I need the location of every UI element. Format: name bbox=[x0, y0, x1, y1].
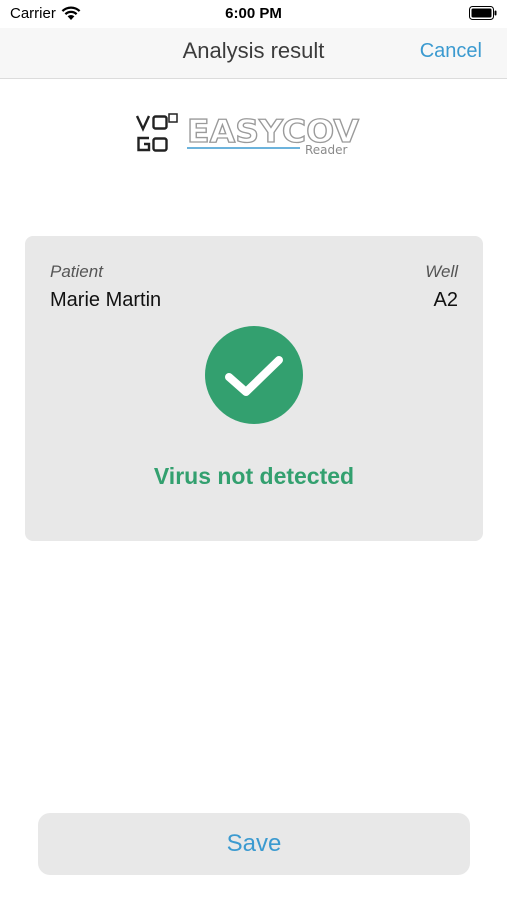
status-bar: Carrier 6:00 PM bbox=[0, 0, 507, 28]
checkmark-icon bbox=[225, 356, 283, 396]
save-button[interactable]: Save bbox=[38, 813, 470, 875]
patient-name: Marie Martin bbox=[50, 289, 162, 311]
cancel-button[interactable]: Cancel bbox=[420, 40, 482, 63]
patient-caption: Patient bbox=[50, 262, 103, 281]
navigation-bar: Analysis result Cancel bbox=[0, 28, 507, 79]
clock: 6:00 PM bbox=[225, 5, 282, 22]
result-status-text: Virus not detected bbox=[153, 463, 355, 489]
svg-text:Reader: Reader bbox=[305, 143, 348, 157]
success-badge bbox=[205, 326, 303, 424]
well-value: A2 bbox=[433, 289, 458, 311]
battery-icon bbox=[469, 6, 497, 20]
save-button-label: Save bbox=[226, 830, 282, 857]
well-caption: Well bbox=[425, 262, 458, 281]
result-card: Patient Marie Martin Well A2 Virus not d… bbox=[25, 236, 483, 541]
vogo-easycov-logo: EASYCOV Reader bbox=[135, 113, 360, 157]
